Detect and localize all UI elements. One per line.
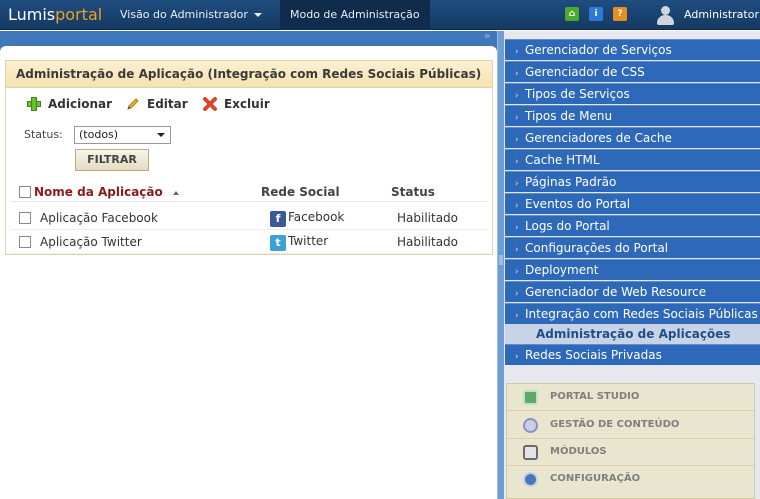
collapse-icon[interactable]: » (484, 31, 490, 42)
sort-asc-icon (172, 190, 179, 195)
panel-item-portal-studio[interactable]: PORTAL STUDIO (507, 384, 754, 411)
panel-item-modulos[interactable]: MÓDULOS (507, 439, 754, 466)
bullet-arrow-icon: › (515, 113, 519, 123)
delete-button[interactable]: Excluir (202, 95, 277, 113)
user-name: Administrator (684, 8, 759, 21)
column-header-social[interactable]: Rede Social (261, 185, 340, 199)
sidebar-item-web-resource[interactable]: › Gerenciador de Web Resource (505, 281, 760, 302)
sidebar-item-gerenciadores-cache[interactable]: › Gerenciadores de Cache (505, 127, 760, 148)
splitter-handle-icon[interactable] (499, 255, 503, 265)
toolbar: Adicionar Editar Excluir (6, 88, 492, 120)
sidebar-item-cache-html[interactable]: › Cache HTML (505, 149, 760, 170)
panel-item-gestao-conteudo[interactable]: GESTÃO DE CONTEÚDO (507, 412, 754, 439)
bullet-arrow-icon: › (515, 352, 519, 362)
admin-mode-tab[interactable]: Modo de Administração (280, 0, 430, 30)
add-button[interactable]: Adicionar (26, 95, 121, 113)
user-avatar-icon (655, 4, 675, 26)
application-admin-portlet: Administração de Aplicação (Integração c… (5, 60, 493, 255)
bullet-arrow-icon: › (515, 223, 519, 233)
bullet-arrow-icon: › (515, 201, 519, 211)
bullet-arrow-icon: › (515, 179, 519, 189)
chevron-down-icon (253, 13, 262, 17)
application-name: Aplicação Facebook (40, 211, 158, 225)
bullet-arrow-icon: › (515, 91, 519, 101)
bullet-arrow-icon: › (515, 47, 519, 57)
panel-item-configuracao[interactable]: CONFIGURAÇÃO (507, 466, 754, 493)
sidebar-item-deployment[interactable]: › Deployment (505, 259, 760, 280)
module-panel: PORTAL STUDIO GESTÃO DE CONTEÚDO MÓDULOS… (506, 383, 755, 499)
select-all-checkbox[interactable] (19, 186, 31, 198)
application-name: Aplicação Twitter (40, 235, 142, 249)
configuration-icon (523, 472, 538, 487)
sidebar-item-gerenciador-servicos[interactable]: › Gerenciador de Serviços (505, 39, 760, 60)
pencil-icon (125, 96, 141, 112)
admin-view-menu[interactable]: Visão do Administrador (110, 0, 272, 30)
info-icon[interactable]: i (589, 7, 603, 21)
table-header: Nome da Aplicação Rede Social Status (11, 182, 487, 202)
twitter-icon: t (270, 235, 286, 251)
lumisportal-logo[interactable]: Lumisportal (8, 5, 102, 24)
top-bar: Lumisportal Visão do Administrador Modo … (0, 0, 760, 30)
table-row[interactable]: Aplicação Twitter t Twitter Habilitado (11, 230, 487, 254)
facebook-icon: f (270, 211, 286, 227)
status-select[interactable]: (todos) (74, 126, 171, 144)
sidebar-item-tipos-servicos[interactable]: › Tipos de Serviços (505, 83, 760, 104)
sidebar-item-integracao-redes-sociais[interactable]: › Integração com Redes Sociais Públicas (505, 303, 760, 324)
sidebar-item-paginas-padrao[interactable]: › Páginas Padrão (505, 171, 760, 192)
bullet-arrow-icon: › (515, 289, 519, 299)
sidebar-item-gerenciador-css[interactable]: › Gerenciador de CSS (505, 61, 760, 82)
status-value: Habilitado (397, 235, 459, 249)
bullet-arrow-icon: › (515, 311, 519, 321)
filter-button[interactable]: FILTRAR (75, 149, 149, 171)
row-checkbox[interactable] (19, 212, 31, 224)
content-management-icon (523, 418, 538, 433)
sidebar-item-redes-sociais-privadas[interactable]: › Redes Sociais Privadas (505, 344, 760, 365)
bullet-arrow-icon: › (515, 135, 519, 145)
modules-icon (523, 445, 538, 460)
sidebar-item-eventos-portal[interactable]: › Eventos do Portal (505, 193, 760, 214)
help-icon[interactable]: ? (613, 7, 627, 21)
sidebar-item-logs-portal[interactable]: › Logs do Portal (505, 215, 760, 236)
bullet-arrow-icon: › (515, 267, 519, 277)
panel-splitter[interactable] (497, 31, 504, 499)
table-row[interactable]: Aplicação Facebook f Facebook Habilitado (11, 206, 487, 230)
portal-studio-icon (523, 390, 538, 405)
chevron-down-icon (157, 133, 165, 137)
column-header-status[interactable]: Status (391, 185, 435, 199)
edit-button[interactable]: Editar (125, 95, 195, 113)
row-checkbox[interactable] (19, 236, 31, 248)
status-label: Status: (24, 128, 63, 141)
bullet-arrow-icon: › (515, 157, 519, 167)
sidebar-item-configuracoes-portal[interactable]: › Configurações do Portal (505, 237, 760, 258)
sidebar-item-tipos-menu[interactable]: › Tipos de Menu (505, 105, 760, 126)
status-value: Habilitado (397, 211, 459, 225)
bullet-arrow-icon: › (515, 245, 519, 255)
sidebar-subitem-administracao-aplicacoes[interactable]: Administração de Aplicações (505, 324, 760, 344)
home-icon[interactable]: ⌂ (565, 7, 579, 21)
bullet-arrow-icon: › (515, 69, 519, 79)
column-header-name[interactable]: Nome da Aplicação (34, 185, 179, 199)
portlet-title: Administração de Aplicação (Integração c… (6, 61, 492, 88)
delete-x-icon (202, 96, 218, 112)
plus-icon (26, 96, 42, 112)
